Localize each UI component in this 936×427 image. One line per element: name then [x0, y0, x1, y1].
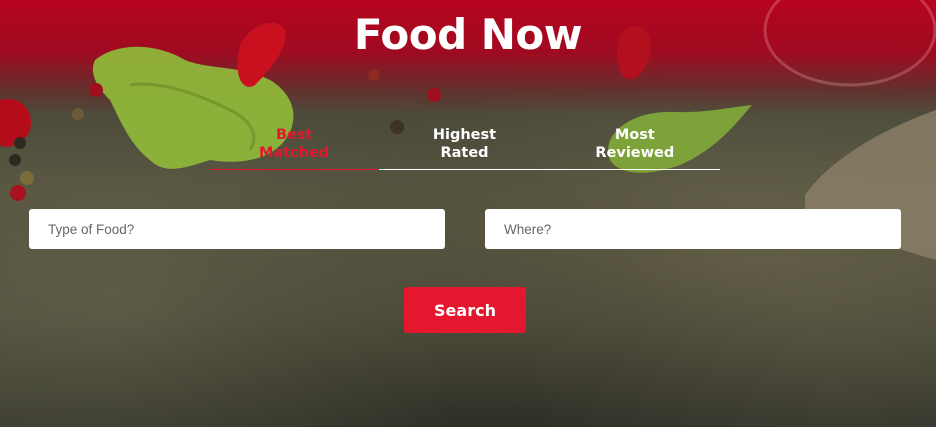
search-button[interactable]: Search [404, 287, 526, 333]
tab-label-line1: Best [275, 127, 313, 143]
tab-highest-rated[interactable]: Highest Rated [379, 126, 549, 169]
tab-best-matched[interactable]: Best Matched [209, 126, 380, 170]
sort-tabs: Best Matched Highest Rated Most Reviewed [209, 126, 720, 170]
tab-label-line1: Most [614, 127, 655, 143]
tab-label-line2: Rated [440, 145, 489, 161]
page-title: Food Now [353, 10, 583, 59]
location-input[interactable] [485, 209, 901, 249]
tab-label-line2: Matched [259, 145, 330, 161]
food-type-input[interactable] [29, 209, 445, 249]
tab-label-line1: Highest [432, 127, 497, 143]
tab-label-line2: Reviewed [595, 145, 675, 161]
tab-most-reviewed[interactable]: Most Reviewed [550, 126, 720, 169]
